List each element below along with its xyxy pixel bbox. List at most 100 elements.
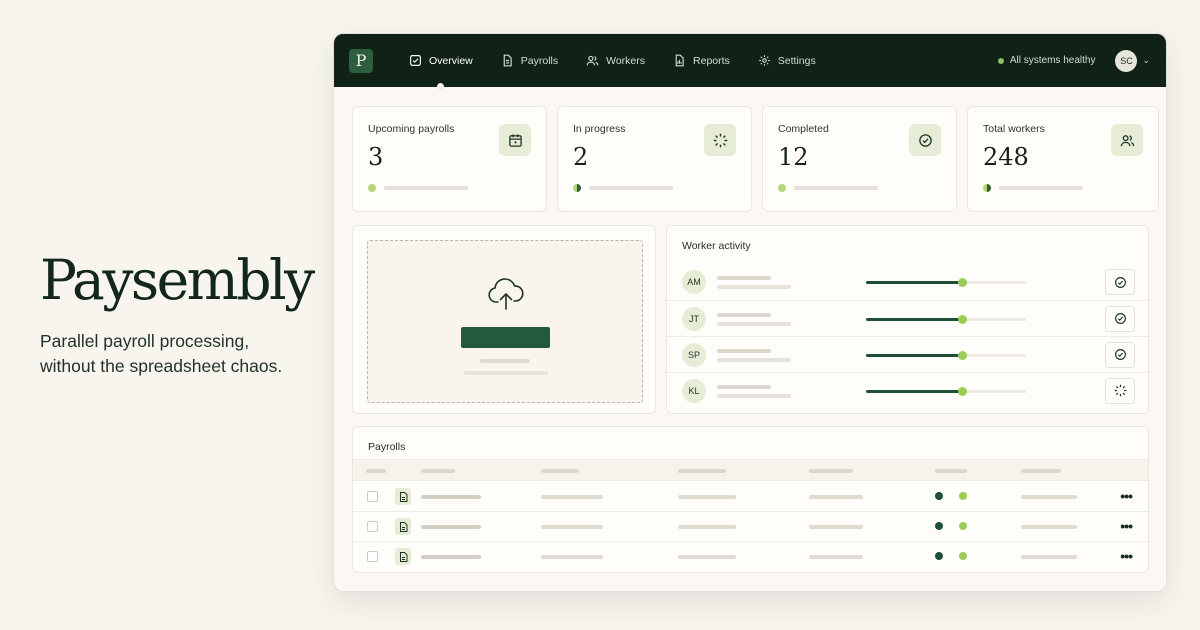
table-row[interactable]: ••• — [353, 512, 1148, 542]
row-checkbox[interactable] — [367, 521, 378, 532]
app-logo[interactable]: P — [349, 48, 373, 73]
cell-placeholder — [541, 555, 603, 559]
card-title: Worker activity — [682, 240, 751, 252]
table-header — [353, 459, 1148, 481]
more-options-icon[interactable]: ••• — [1120, 488, 1133, 504]
worker-row[interactable]: AM — [667, 264, 1150, 300]
check-circle-icon[interactable] — [1105, 305, 1135, 332]
brand-title: Paysembly — [40, 248, 315, 312]
nav-workers-label: Workers — [606, 54, 646, 67]
nav-settings[interactable]: Settings — [758, 34, 816, 87]
status-dot-icon — [935, 522, 943, 530]
header-placeholder — [366, 469, 386, 473]
placeholder-line — [384, 186, 468, 190]
cell-placeholder — [678, 525, 736, 529]
progress-fill — [866, 390, 962, 393]
progress-knob — [958, 387, 967, 396]
tagline-line-2: without the spreadsheet chaos. — [40, 355, 283, 376]
nav-settings-label: Settings — [777, 54, 816, 67]
stat-cards: Upcoming payrolls 3 In progress 2 Comple… — [352, 106, 1159, 212]
upload-button[interactable] — [461, 327, 550, 348]
check-circle-icon[interactable] — [1105, 269, 1135, 295]
cell-placeholder — [1021, 495, 1077, 499]
header-placeholder — [541, 469, 579, 473]
spinner-icon — [704, 124, 736, 156]
table-row[interactable]: ••• — [353, 482, 1148, 512]
cloud-upload-icon — [488, 278, 524, 310]
status-dot-icon — [959, 552, 967, 560]
worker-avatar: AM — [682, 270, 706, 294]
cell-placeholder — [541, 525, 603, 529]
hero: Paysembly Parallel payroll processing, w… — [40, 250, 330, 379]
cell-placeholder — [809, 495, 863, 499]
placeholder-line — [717, 322, 791, 326]
nav-payrolls-label: Payrolls — [520, 54, 559, 67]
progress-fill — [866, 318, 962, 321]
placeholder-line — [464, 371, 548, 375]
placeholder-line — [717, 349, 771, 353]
app-window: P Overview Payrolls Workers Reports Sett… — [333, 33, 1167, 592]
main-nav: Overview Payrolls Workers Reports Settin… — [409, 34, 844, 90]
file-dropzone[interactable] — [367, 240, 643, 403]
status-dot-icon — [997, 57, 1004, 64]
more-options-icon[interactable]: ••• — [1120, 548, 1133, 564]
stat-card-completed[interactable]: Completed 12 — [762, 106, 957, 212]
status-dot-icon — [368, 184, 376, 192]
progress-knob — [958, 315, 967, 324]
progress-bar — [866, 315, 1026, 324]
nav-payrolls[interactable]: Payrolls — [501, 34, 558, 87]
status-dot-icon — [778, 184, 786, 192]
worker-row[interactable]: JT — [667, 300, 1150, 336]
worker-avatar: SP — [682, 342, 706, 367]
worker-activity-card: Worker activity AM JT SP KL — [666, 225, 1150, 414]
tagline-line-1: Parallel payroll processing, — [40, 330, 250, 351]
progress-knob — [958, 351, 967, 360]
nav-workers[interactable]: Workers — [586, 34, 645, 87]
nav-overview[interactable]: Overview — [409, 34, 473, 90]
progress-bar — [866, 278, 1026, 287]
placeholder-line — [717, 285, 791, 289]
header-placeholder — [421, 469, 455, 473]
row-checkbox[interactable] — [367, 491, 378, 502]
chevron-down-icon[interactable]: ⌄ — [1142, 55, 1150, 66]
status-dot-icon — [959, 492, 967, 500]
cell-placeholder — [678, 555, 736, 559]
check-circle-icon[interactable] — [1105, 341, 1135, 368]
progress-bar — [866, 387, 1026, 396]
report-icon — [675, 54, 684, 67]
placeholder-line — [794, 186, 878, 190]
status-dot-icon — [959, 522, 967, 530]
overview-icon — [410, 55, 421, 66]
worker-row[interactable]: KL — [667, 372, 1150, 408]
status-dot-icon — [935, 552, 943, 560]
system-status: All systems healthy — [997, 55, 1095, 66]
cell-placeholder — [421, 555, 481, 559]
tagline: Parallel payroll processing, without the… — [40, 329, 330, 379]
nav-reports[interactable]: Reports — [673, 34, 730, 87]
stat-card-upcoming[interactable]: Upcoming payrolls 3 — [352, 106, 547, 212]
cell-placeholder — [1021, 525, 1077, 529]
card-title: Payrolls — [368, 441, 406, 453]
document-icon — [503, 54, 512, 67]
users-icon — [1111, 124, 1143, 156]
table-row[interactable]: ••• — [353, 542, 1148, 572]
more-options-icon[interactable]: ••• — [1120, 518, 1133, 534]
status-dot-icon — [983, 184, 991, 192]
placeholder-line — [717, 358, 791, 362]
stat-card-total-workers[interactable]: Total workers 248 — [967, 106, 1159, 212]
worker-row[interactable]: SP — [667, 336, 1150, 372]
user-avatar[interactable]: SC — [1115, 49, 1138, 72]
document-icon — [395, 548, 411, 565]
top-navigation-bar: P Overview Payrolls Workers Reports Sett… — [334, 34, 1166, 90]
row-checkbox[interactable] — [367, 551, 378, 562]
placeholder-line — [589, 186, 673, 190]
placeholder-line — [717, 276, 771, 280]
spinner-icon[interactable] — [1105, 377, 1135, 404]
placeholder-line — [717, 313, 771, 317]
stat-card-in-progress[interactable]: In progress 2 — [557, 106, 752, 212]
check-circle-icon — [909, 124, 941, 156]
document-icon — [395, 488, 411, 505]
placeholder-line — [480, 359, 530, 363]
placeholder-line — [999, 186, 1083, 190]
progress-fill — [866, 281, 962, 284]
